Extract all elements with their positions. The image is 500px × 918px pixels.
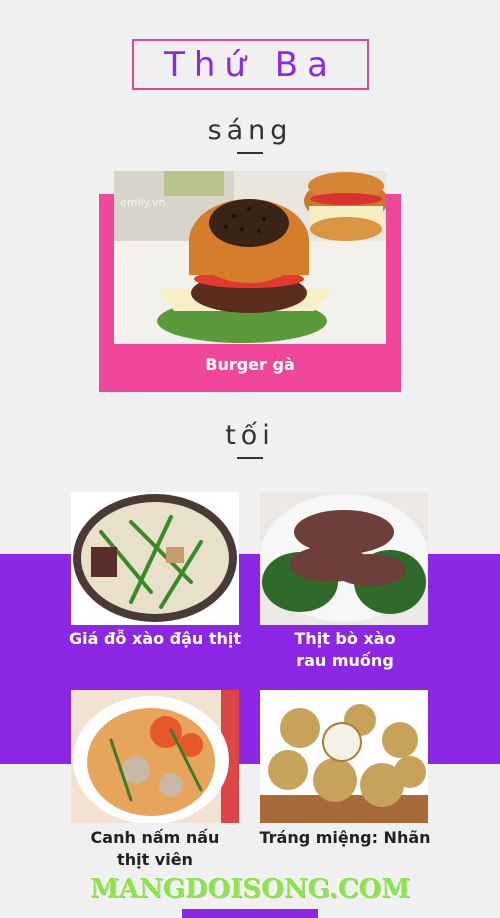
dish-caption-bean-sprouts: Giá đỗ xào đậu thịt [68,629,242,648]
longan-photo [260,690,428,823]
soup-caption-line2: thịt viên [117,850,193,869]
beef-photo [260,492,428,625]
bottom-accent-bar [182,909,318,918]
dish-caption-beef: Thịt bò xào rau muống [250,628,440,672]
site-watermark: MANGDOISONG.COM [90,874,410,904]
morning-label: sáng [207,115,293,146]
beef-caption-line1: Thịt bò xào [294,629,396,648]
dish-caption-burger: Burger gà [205,355,295,374]
burger-photo: emily.vn [114,171,386,344]
soup-photo [71,690,239,823]
soup-caption-line1: Canh nấm nấu [90,828,220,847]
day-title: Thứ Ba [132,39,369,90]
morning-underline [237,152,263,154]
bean-sprouts-photo [71,492,239,625]
dish-caption-soup: Canh nấm nấu thịt viên [60,827,250,871]
beef-caption-line2: rau muống [296,651,394,670]
photo-watermark: emily.vn [120,196,166,209]
evening-label: tối [225,420,275,451]
evening-underline [237,457,263,459]
dish-caption-longan: Tráng miệng: Nhãn [259,828,431,847]
